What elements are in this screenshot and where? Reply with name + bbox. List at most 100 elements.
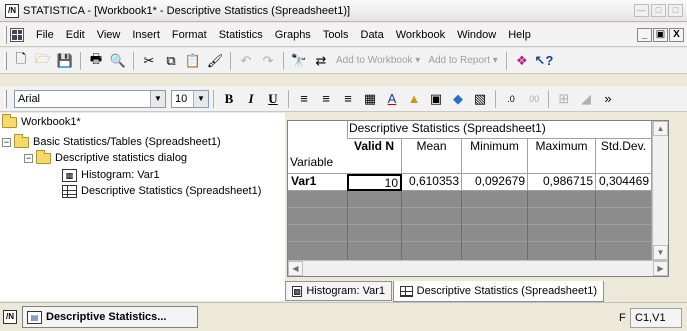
split-icon[interactable]: ⊞ <box>554 89 574 109</box>
toolbar-grip[interactable] <box>4 25 7 44</box>
italic-button[interactable]: I <box>241 89 261 109</box>
table-cell-valid-n[interactable]: 10 <box>347 174 402 191</box>
align-right-icon[interactable]: ≡ <box>338 89 358 109</box>
highlight-icon[interactable]: ◆ <box>448 89 468 109</box>
font-color-icon[interactable]: A <box>382 89 402 109</box>
increase-decimal-icon[interactable]: .0 <box>501 89 521 109</box>
scroll-up-icon[interactable]: ▲ <box>653 121 668 136</box>
menu-data[interactable]: Data <box>355 29 390 41</box>
chevron-down-icon[interactable]: ▼ <box>150 90 165 107</box>
font-size-select[interactable]: 10 ▼ <box>171 89 209 108</box>
menu-statistics[interactable]: Statistics <box>213 29 269 41</box>
graph-icon[interactable]: ◢ <box>576 89 596 109</box>
align-center-icon[interactable]: ≡ <box>316 89 336 109</box>
scroll-right-icon[interactable]: ▶ <box>653 261 668 276</box>
toolbar-separator <box>213 89 214 108</box>
redo-icon[interactable]: ↷ <box>258 51 278 71</box>
add-to-report-button[interactable]: Add to Report ▾ <box>424 55 502 66</box>
font-name-select[interactable]: Arial ▼ <box>14 89 166 108</box>
copy-icon[interactable]: ⧉ <box>161 51 181 71</box>
statistica-app-icon[interactable]: /N <box>5 3 19 18</box>
horizontal-scrollbar[interactable]: ◀ ▶ <box>288 260 668 276</box>
tree-node-descriptive-dialog[interactable]: − Descriptive statistics dialog <box>24 149 187 165</box>
chevron-down-icon[interactable]: ▼ <box>193 90 208 107</box>
column-header-minimum[interactable]: Minimum <box>462 139 528 174</box>
align-left-icon[interactable]: ≡ <box>294 89 314 109</box>
column-header-std-dev[interactable]: Std.Dev. <box>596 139 652 174</box>
tree-node-spreadsheet[interactable]: Descriptive Statistics (Spreadsheet1) <box>62 184 261 198</box>
menu-window[interactable]: Window <box>451 29 502 41</box>
tab-label: Histogram: Var1 <box>306 285 385 297</box>
toolbar-overflow-icon[interactable]: » <box>598 89 618 109</box>
bold-button[interactable]: B <box>219 89 239 109</box>
table-cell-std-dev[interactable]: 0,304469 <box>596 174 652 191</box>
maximize-button[interactable]: □ <box>651 4 666 17</box>
table-cell-mean[interactable]: 0,610353 <box>402 174 462 191</box>
add-to-workbook-button[interactable]: Add to Workbook ▾ <box>332 55 424 66</box>
vertical-scrollbar[interactable]: ▲ ▼ <box>652 121 668 260</box>
marking-icon[interactable]: ▧ <box>470 89 490 109</box>
close-button[interactable]: □ <box>668 4 683 17</box>
toolbar-separator <box>283 51 284 70</box>
workbook-doc-icon[interactable] <box>10 27 24 42</box>
new-file-icon[interactable]: 🗋 <box>11 51 31 71</box>
paste-icon[interactable]: 📋 <box>183 51 203 71</box>
collapse-icon[interactable]: − <box>2 137 11 147</box>
spreadsheet-window: Descriptive Statistics (Spreadsheet1) Va… <box>287 120 669 277</box>
table-cell-minimum[interactable]: 0,092679 <box>462 174 528 191</box>
column-header-valid-n[interactable]: Valid N <box>347 139 402 174</box>
minimize-button[interactable]: — <box>634 4 649 17</box>
statistica-app-icon[interactable]: /N <box>3 310 17 324</box>
underline-button[interactable]: U <box>263 89 283 109</box>
replace-icon[interactable]: ⇄ <box>311 51 331 71</box>
toolbar-separator <box>80 51 81 70</box>
cell-reference-panel: C1,V1 <box>630 308 682 328</box>
tree-node-workbook[interactable]: Workbook1* <box>2 113 81 129</box>
scroll-down-icon[interactable]: ▼ <box>653 245 668 260</box>
menu-help[interactable]: Help <box>502 29 537 41</box>
merge-cells-icon[interactable]: ▦ <box>360 89 380 109</box>
menu-edit[interactable]: Edit <box>60 29 91 41</box>
row-header-var1[interactable]: Var1 <box>288 174 348 191</box>
context-help-icon[interactable]: ↖? <box>534 51 554 71</box>
menu-insert[interactable]: Insert <box>126 29 166 41</box>
table-cell-maximum[interactable]: 0,986715 <box>528 174 596 191</box>
mdi-minimize-button[interactable]: _ <box>637 28 652 42</box>
spreadsheet-title: Descriptive Statistics (Spreadsheet1) <box>347 121 652 139</box>
save-icon[interactable]: 💾 <box>55 51 75 71</box>
scroll-left-icon[interactable]: ◀ <box>288 261 303 276</box>
cut-icon[interactable]: ✂ <box>139 51 159 71</box>
fill-color-icon[interactable]: ▲ <box>404 89 424 109</box>
tab-histogram[interactable]: ▩ Histogram: Var1 <box>285 281 392 301</box>
open-folder-icon[interactable]: 🗁 <box>33 51 53 71</box>
web-link-icon[interactable]: ❖ <box>512 51 532 71</box>
format-painter-icon[interactable]: 🖌 <box>205 51 225 71</box>
column-divider <box>347 191 348 261</box>
find-icon[interactable]: 🔭 <box>289 51 309 71</box>
column-header-maximum[interactable]: Maximum <box>528 139 596 174</box>
print-icon[interactable]: 🖶 <box>86 51 106 71</box>
menu-view[interactable]: View <box>91 29 127 41</box>
undo-icon[interactable]: ↶ <box>236 51 256 71</box>
menu-workbook[interactable]: Workbook <box>390 29 451 41</box>
menu-file[interactable]: File <box>30 29 60 41</box>
menu-format[interactable]: Format <box>166 29 213 41</box>
tab-spreadsheet[interactable]: Descriptive Statistics (Spreadsheet1) <box>393 281 604 302</box>
borders-icon[interactable]: ▣ <box>426 89 446 109</box>
spreadsheet-icon <box>400 285 413 297</box>
collapse-icon[interactable]: − <box>24 153 33 163</box>
toolbar-grip[interactable] <box>4 51 7 70</box>
descriptive-statistics-task-button[interactable]: ▤ Descriptive Statistics... <box>22 306 198 328</box>
toolbar-grip[interactable] <box>4 89 7 108</box>
menu-tools[interactable]: Tools <box>317 29 355 41</box>
decrease-decimal-icon[interactable]: .00 <box>523 89 543 109</box>
tree-node-histogram[interactable]: ▩ Histogram: Var1 <box>62 168 160 182</box>
print-preview-icon[interactable]: 🔍 <box>108 51 128 71</box>
mdi-restore-button[interactable]: ▣ <box>653 28 668 42</box>
tree-node-basic-statistics[interactable]: − Basic Statistics/Tables (Spreadsheet1) <box>2 133 221 149</box>
menu-graphs[interactable]: Graphs <box>269 29 317 41</box>
mdi-close-button[interactable]: X <box>669 28 684 42</box>
column-header-mean[interactable]: Mean <box>402 139 462 174</box>
menu-bar: File Edit View Insert Format Statistics … <box>0 23 687 47</box>
title-bar[interactable]: /N STATISTICA - [Workbook1* - Descriptiv… <box>0 0 687 22</box>
